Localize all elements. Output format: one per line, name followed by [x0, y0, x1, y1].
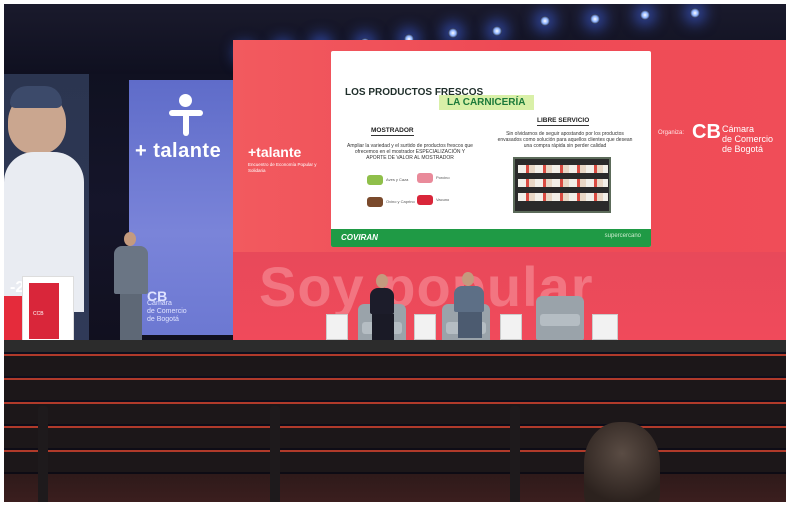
meat-pork: Porcino [417, 173, 450, 183]
audience-member-head [584, 422, 660, 502]
col2-title: LIBRE SERVICIO [537, 117, 590, 126]
ccb-logo-large: CB Cámara de Comercio de Bogotá [692, 121, 774, 154]
railing-post [510, 406, 520, 502]
stage-step [4, 426, 786, 448]
stage-light [492, 26, 502, 36]
slide-subtitle: LA CARNICERÍA [439, 95, 534, 110]
talante-panel: + talante CB Cámara de Comercio de Bogot… [129, 80, 233, 335]
col1-text: Ampliar la variedad y el surtido de prod… [347, 143, 473, 161]
side-table [414, 314, 436, 340]
cow-icon [417, 195, 433, 205]
talante-logo-text: + talante [135, 140, 222, 162]
stage-step [4, 402, 786, 424]
stage-step [4, 378, 786, 400]
chicken-icon [367, 175, 383, 185]
coviran-logo: COVIRAN [341, 233, 378, 242]
stage-photo: -20 + talante CB Cámara de Comercio de B… [4, 4, 786, 502]
talante-logo-icon [169, 94, 203, 138]
meat-poultry: Aves y Caza [367, 175, 408, 185]
organiza-label: Organiza: [658, 130, 685, 136]
meat-beef: Vacuno [417, 195, 449, 205]
stage-light [540, 16, 550, 26]
ccb-icon: CB [147, 288, 168, 304]
auditorium-floor [4, 474, 786, 502]
supercercano-logo: supercercano [604, 233, 641, 239]
fridge-shelf-photo [513, 157, 611, 213]
chef-cap [10, 86, 62, 108]
stage-step [4, 354, 786, 376]
side-table [326, 314, 348, 340]
stage-light [690, 8, 700, 18]
meat-lamb: Ovino y Caprino [367, 197, 415, 207]
railing-post [270, 406, 280, 502]
presentation-slide: LOS PRODUCTOS FRESCOS LA CARNICERÍA MOST… [331, 51, 651, 247]
railing-post [38, 406, 48, 502]
col1-title: MOSTRADOR [371, 127, 414, 136]
ccb-logo-small: CB Cámara de Comercio de Bogotá [147, 288, 187, 323]
stage-light [590, 14, 600, 24]
stage-edge [4, 340, 786, 352]
side-table [592, 314, 618, 340]
armchair-empty [536, 296, 584, 340]
goat-icon [367, 197, 383, 207]
pig-icon [417, 173, 433, 183]
podium: CCB [22, 276, 74, 344]
col2-text: Sin olvidarnos de seguir apostando por l… [497, 131, 633, 149]
side-table [500, 314, 522, 340]
slide-footer: COVIRAN supercercano [331, 229, 651, 247]
stage-light [640, 10, 650, 20]
stage-step [4, 450, 786, 472]
stage-light [448, 28, 458, 38]
led-talante-logo: +talante Encuentro de Economía Popular y… [248, 144, 317, 173]
ccb-icon: CB [692, 121, 721, 143]
